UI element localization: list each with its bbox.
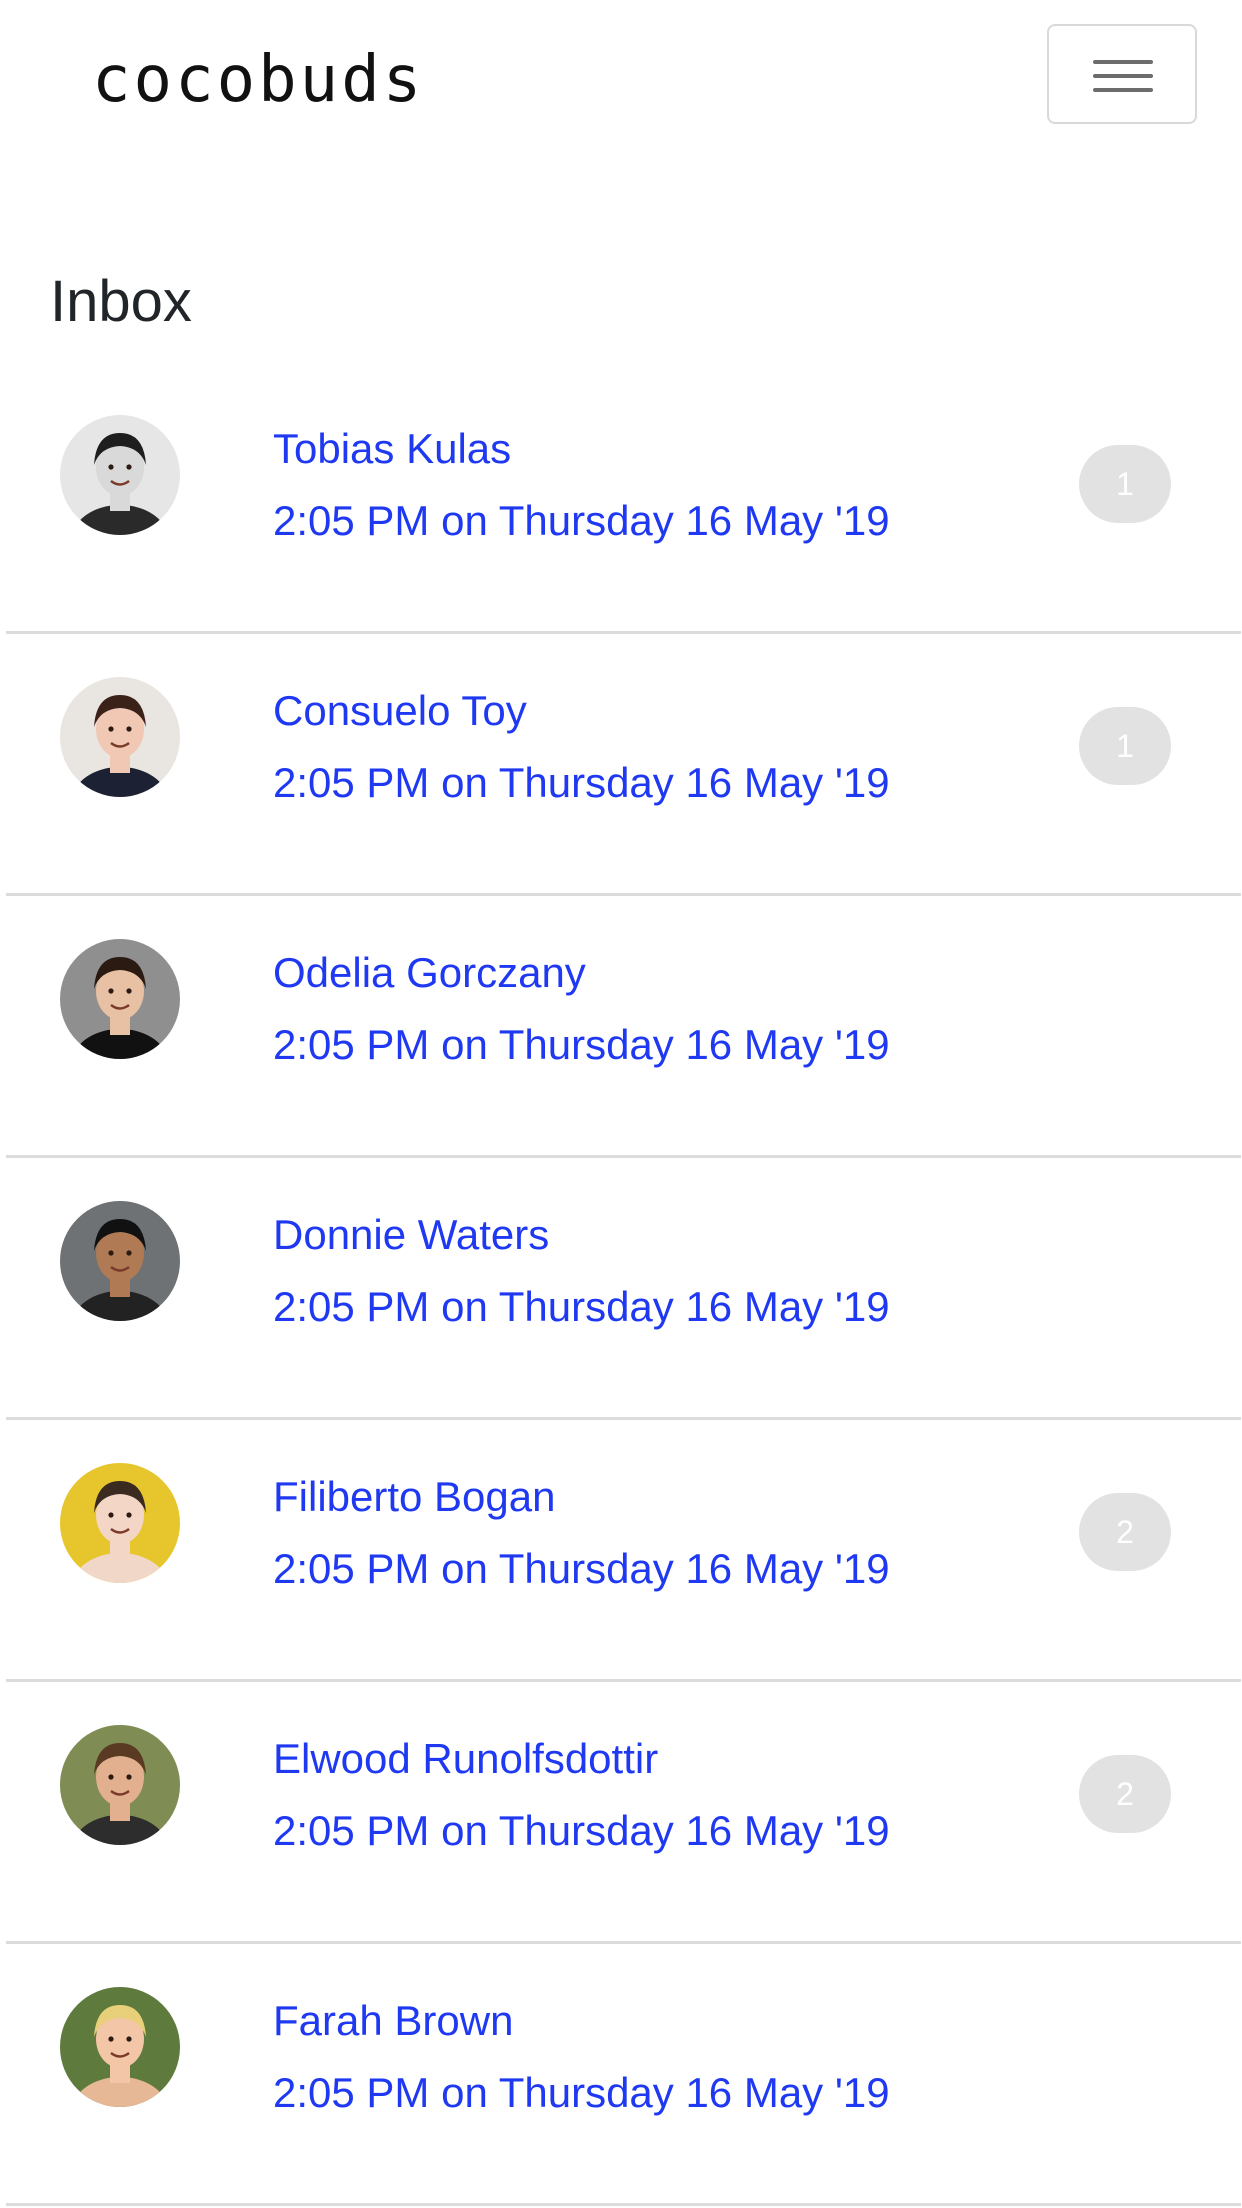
unread-count-badge: 2 bbox=[1079, 1755, 1171, 1833]
avatar bbox=[60, 1987, 180, 2107]
avatar bbox=[60, 415, 180, 535]
brand-logo[interactable]: cocobuds bbox=[92, 40, 424, 120]
conversation-row[interactable]: Farah Brown 2:05 PM on Thursday 16 May '1… bbox=[6, 1944, 1241, 2206]
page-title: Inbox bbox=[50, 269, 192, 334]
menu-toggle-button[interactable] bbox=[1047, 24, 1197, 124]
message-timestamp[interactable]: 2:05 PM on Thursday 16 May '19 bbox=[273, 1018, 890, 1072]
contact-name[interactable]: Odelia Gorczany bbox=[273, 946, 586, 1000]
message-timestamp[interactable]: 2:05 PM on Thursday 16 May '19 bbox=[273, 1804, 890, 1858]
message-timestamp[interactable]: 2:05 PM on Thursday 16 May '19 bbox=[273, 1542, 890, 1596]
conversation-row[interactable]: Donnie Waters 2:05 PM on Thursday 16 May … bbox=[6, 1158, 1241, 1420]
message-timestamp[interactable]: 2:05 PM on Thursday 16 May '19 bbox=[273, 1280, 890, 1334]
conversation-row[interactable]: Odelia Gorczany 2:05 PM on Thursday 16 Ma… bbox=[6, 896, 1241, 1158]
conversation-row[interactable]: Consuelo Toy 2:05 PM on Thursday 16 May '… bbox=[6, 634, 1241, 896]
avatar bbox=[60, 1725, 180, 1845]
inbox-list: Tobias Kulas 2:05 PM on Thursday 16 May '… bbox=[6, 372, 1241, 2206]
message-timestamp[interactable]: 2:05 PM on Thursday 16 May '19 bbox=[273, 2066, 890, 2120]
conversation-row[interactable]: Tobias Kulas 2:05 PM on Thursday 16 May '… bbox=[6, 372, 1241, 634]
contact-name[interactable]: Consuelo Toy bbox=[273, 684, 527, 738]
conversation-row[interactable]: Filiberto Bogan 2:05 PM on Thursday 16 Ma… bbox=[6, 1420, 1241, 1682]
avatar bbox=[60, 1463, 180, 1583]
avatar bbox=[60, 1201, 180, 1321]
contact-name[interactable]: Farah Brown bbox=[273, 1994, 513, 2048]
avatar bbox=[60, 677, 180, 797]
contact-name[interactable]: Filiberto Bogan bbox=[273, 1470, 556, 1524]
message-timestamp[interactable]: 2:05 PM on Thursday 16 May '19 bbox=[273, 494, 890, 548]
contact-name[interactable]: Donnie Waters bbox=[273, 1208, 549, 1262]
unread-count-badge: 1 bbox=[1079, 707, 1171, 785]
unread-count-badge: 1 bbox=[1079, 445, 1171, 523]
message-timestamp[interactable]: 2:05 PM on Thursday 16 May '19 bbox=[273, 756, 890, 810]
contact-name[interactable]: Elwood Runolfsdottir bbox=[273, 1732, 658, 1786]
conversation-row[interactable]: Elwood Runolfsdottir 2:05 PM on Thursday … bbox=[6, 1682, 1241, 1944]
unread-count-badge: 2 bbox=[1079, 1493, 1171, 1571]
navbar: cocobuds bbox=[0, 0, 1242, 160]
contact-name[interactable]: Tobias Kulas bbox=[273, 422, 511, 476]
avatar bbox=[60, 939, 180, 1059]
